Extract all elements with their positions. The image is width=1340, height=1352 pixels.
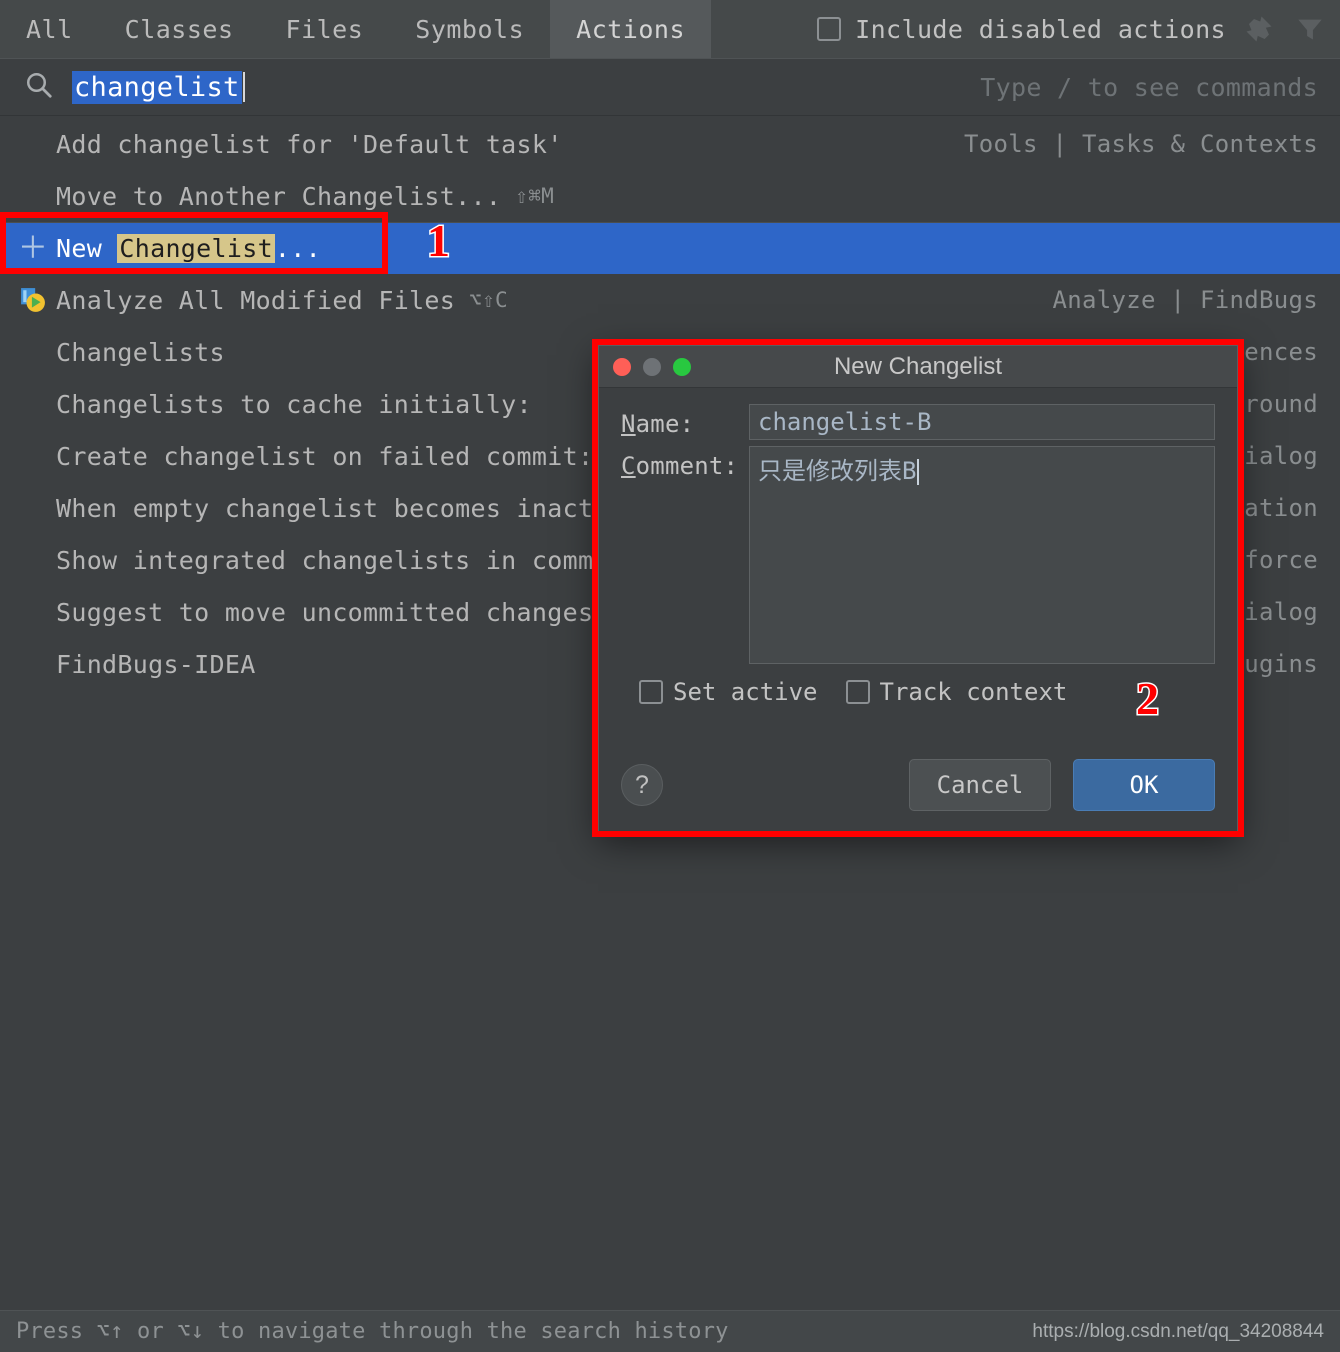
- name-input-value: changelist-B: [758, 408, 932, 436]
- tab-symbols[interactable]: Symbols: [389, 0, 550, 58]
- list-item[interactable]: Analyze All Modified Files ⌥⇧C Analyze |…: [0, 274, 1340, 326]
- name-field-label: Name:: [621, 404, 749, 438]
- tab-files-label: Files: [285, 14, 364, 44]
- include-disabled-actions-label: Include disabled actions: [855, 14, 1226, 44]
- track-context-checkbox[interactable]: [845, 680, 870, 704]
- annotation-number-2: 2: [1135, 673, 1161, 724]
- tab-all-label: All: [26, 14, 73, 44]
- comment-textarea[interactable]: 只是修改列表B: [749, 446, 1215, 664]
- tab-classes[interactable]: Classes: [99, 0, 260, 58]
- findbugs-icon: [18, 285, 48, 315]
- search-hint: Type / to see commands: [980, 72, 1318, 102]
- search-row[interactable]: changelist Type / to see commands: [0, 58, 1340, 116]
- list-item-group: Analyze | FindBugs: [1052, 286, 1318, 314]
- search-caret: [242, 72, 245, 102]
- tab-actions[interactable]: Actions: [550, 0, 711, 58]
- annotation-number-1: 1: [426, 215, 452, 266]
- dialog-title: New Changelist: [833, 352, 1003, 380]
- set-active-option[interactable]: Set active: [639, 678, 818, 706]
- status-hint: Press ⌥↑ or ⌥↓ to navigate through the s…: [16, 1319, 729, 1344]
- cancel-button[interactable]: Cancel: [909, 759, 1051, 811]
- ok-button-label: OK: [1129, 771, 1159, 799]
- list-item-label: Suggest to move uncommitted changes to: [56, 597, 640, 627]
- list-item-label: Create changelist on failed commit:: [56, 441, 594, 471]
- toolbar-icons: [1244, 0, 1340, 58]
- dialog-footer: ? Cancel OK: [599, 739, 1237, 831]
- list-item-shortcut: ⌥⇧C: [469, 288, 508, 312]
- list-item[interactable]: Move to Another Changelist... ⇧⌘M: [0, 170, 1340, 222]
- list-item-label: Changelists: [56, 337, 225, 367]
- close-icon[interactable]: [613, 357, 631, 376]
- dialog-options-row: Set active Track context: [621, 678, 1215, 706]
- new-changelist-dialog: New Changelist Name: changelist-B Commen…: [598, 345, 1238, 832]
- list-item-label: Analyze All Modified Files: [56, 285, 456, 315]
- dialog-button-group: Cancel OK: [909, 759, 1215, 811]
- maximize-icon[interactable]: [673, 357, 691, 376]
- cancel-button-label: Cancel: [936, 771, 1024, 799]
- list-item-label-match: Changelist: [117, 234, 275, 263]
- plus-icon: ＋: [17, 230, 49, 266]
- tab-all[interactable]: All: [0, 0, 99, 58]
- name-field-row: Name: changelist-B: [621, 404, 1215, 440]
- tab-bar: All Classes Files Symbols Actions Includ…: [0, 0, 1340, 58]
- include-disabled-actions-checkbox[interactable]: [817, 17, 842, 41]
- set-active-label: Set active: [673, 678, 818, 706]
- list-item-label-post: ...: [274, 234, 321, 263]
- list-item-label: Move to Another Changelist...: [56, 181, 502, 211]
- comment-mnemonic: C: [621, 452, 636, 480]
- ok-button[interactable]: OK: [1073, 759, 1215, 811]
- list-item-label: Add changelist for 'Default task': [56, 129, 563, 159]
- tab-files[interactable]: Files: [260, 0, 390, 58]
- list-item-new-changelist[interactable]: ＋ New Changelist...: [0, 222, 1340, 274]
- list-item-label: Changelists to cache initially:: [56, 389, 532, 419]
- set-active-checkbox[interactable]: [639, 680, 663, 704]
- dialog-title-bar: New Changelist: [599, 346, 1237, 388]
- window-controls: [613, 357, 691, 376]
- ide-search-everywhere-popup: All Classes Files Symbols Actions Includ…: [0, 0, 1340, 1352]
- help-button-label: ?: [635, 770, 649, 799]
- name-input[interactable]: changelist-B: [749, 404, 1215, 440]
- tab-symbols-label: Symbols: [415, 14, 525, 44]
- comment-field-label: Comment:: [621, 446, 749, 480]
- list-item-label-pre: New: [56, 234, 118, 263]
- tab-bar-spacer: [711, 0, 817, 58]
- comment-caret: [917, 459, 920, 485]
- name-label-rest: ame:: [635, 410, 695, 438]
- comment-label-rest: omment:: [635, 452, 739, 480]
- filter-icon[interactable]: [1296, 14, 1324, 44]
- tab-classes-label: Classes: [124, 14, 234, 44]
- list-item[interactable]: Add changelist for 'Default task' Tools …: [0, 118, 1340, 170]
- help-button[interactable]: ?: [621, 764, 663, 806]
- track-context-label: Track context: [879, 678, 1068, 706]
- list-item-label: New Changelist...: [56, 234, 321, 263]
- name-mnemonic: N: [621, 410, 636, 438]
- comment-field-row: Comment: 只是修改列表B: [621, 446, 1215, 664]
- track-context-option[interactable]: Track context: [845, 678, 1068, 706]
- search-input[interactable]: changelist: [72, 70, 242, 104]
- minimize-icon[interactable]: [643, 357, 661, 376]
- list-item-label: FindBugs-IDEA: [56, 649, 256, 679]
- list-item-label: Show integrated changelists in committe: [56, 545, 655, 575]
- list-item-label: When empty changelist becomes inactive: [56, 493, 640, 523]
- list-item-group: Tools | Tasks & Contexts: [964, 130, 1318, 158]
- search-icon: [24, 70, 54, 104]
- list-item-shortcut: ⇧⌘M: [515, 184, 555, 208]
- tab-actions-label: Actions: [576, 14, 685, 44]
- watermark: https://blog.csdn.net/qq_34208844: [1032, 1320, 1324, 1342]
- comment-textarea-value: 只是修改列表B: [758, 457, 917, 485]
- pin-icon[interactable]: [1244, 14, 1274, 44]
- include-disabled-actions-toggle[interactable]: Include disabled actions: [817, 0, 1244, 58]
- status-bar: Press ⌥↑ or ⌥↓ to navigate through the s…: [0, 1310, 1340, 1352]
